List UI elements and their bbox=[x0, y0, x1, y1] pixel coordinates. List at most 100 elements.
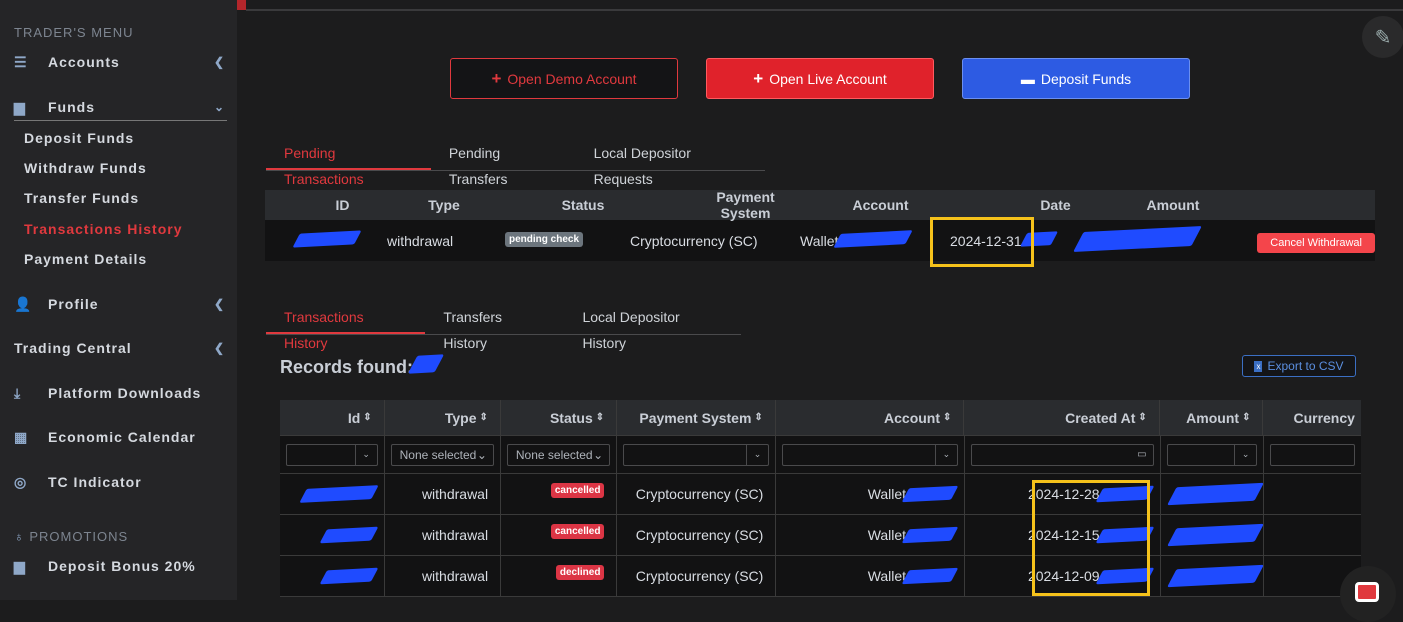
id-filter-cell: ⌄ bbox=[280, 436, 385, 473]
payment-system-cell: Cryptocurrency (SC) bbox=[630, 232, 758, 249]
label: Type bbox=[444, 409, 477, 426]
plus-icon: + bbox=[753, 68, 764, 88]
type-cell: withdrawal bbox=[387, 232, 454, 249]
sort-created-at[interactable]: Created At ⇕ bbox=[964, 400, 1160, 435]
tab-pending-transfers[interactable]: Pending Transfers bbox=[431, 140, 576, 187]
sort-payment-system[interactable]: Payment System ⇕ bbox=[617, 400, 776, 435]
sort-id[interactable]: Id ⇕ bbox=[280, 400, 385, 435]
sidebar-item-accounts[interactable]: ☰ Accounts ❮ bbox=[14, 50, 225, 74]
id-filter[interactable]: ⌄ bbox=[286, 443, 378, 466]
chevron-down-icon: ⌄ bbox=[1234, 444, 1256, 465]
top-accent bbox=[237, 0, 246, 10]
amount-cell-redacted bbox=[1060, 226, 1230, 252]
sidebar-item-deposit-funds[interactable]: Deposit Funds bbox=[24, 130, 134, 146]
open-live-account-button[interactable]: + Open Live Account bbox=[706, 58, 934, 99]
highlight-box bbox=[930, 217, 1034, 267]
label: Open Live Account bbox=[769, 70, 887, 87]
sidebar-item-deposit-bonus[interactable]: ▆ Deposit Bonus 20% bbox=[14, 554, 225, 578]
label: Trading Central bbox=[14, 340, 132, 356]
sort-icon: ⇕ bbox=[363, 412, 372, 423]
chevron-down-icon: ⌄ bbox=[476, 447, 487, 462]
edit-pencil-button[interactable]: ✎ bbox=[1362, 16, 1403, 58]
label: Amount bbox=[1186, 409, 1240, 426]
deposit-funds-button[interactable]: ▬ Deposit Funds bbox=[962, 58, 1190, 99]
divider bbox=[14, 120, 227, 121]
tab-transactions-history[interactable]: Transactions History bbox=[266, 304, 426, 351]
sidebar: TRADER'S MENU ☰ Accounts ❮ ▆ Funds ⌄ Deposit… bbox=[0, 0, 237, 600]
date-filter-cell: ▭ bbox=[965, 436, 1161, 473]
sidebar-item-platform-downloads[interactable]: ⤓ Platform Downloads bbox=[14, 381, 225, 405]
amount-cell-redacted bbox=[1161, 474, 1265, 514]
open-demo-account-button[interactable]: + Open Demo Account bbox=[450, 58, 678, 99]
status-cell: pending check bbox=[505, 229, 630, 247]
chat-widget-button[interactable] bbox=[1340, 566, 1396, 622]
col-amount: Amount bbox=[1146, 197, 1200, 213]
sidebar-item-funds[interactable]: ▆ Funds ⌄ bbox=[14, 95, 225, 119]
status-filter[interactable]: None selected ⌄ bbox=[506, 443, 611, 466]
label: Economic Calendar bbox=[48, 429, 196, 445]
sidebar-item-trading-central[interactable]: Trading Central ❮ bbox=[14, 336, 225, 360]
sidebar-item-payment-details[interactable]: Payment Details bbox=[24, 251, 147, 267]
status-badge: declined bbox=[555, 564, 605, 580]
type-cell: withdrawal bbox=[385, 556, 502, 596]
label: Status bbox=[549, 409, 593, 426]
filter-row: ⌄ None selected ⌄ None selected ⌄ ⌄ ⌄ ▭ ⌄ bbox=[280, 436, 1361, 474]
account-filter[interactable]: ⌄ bbox=[781, 443, 958, 466]
export-csv-button[interactable]: x Export to CSV bbox=[1242, 355, 1356, 377]
id-cell-redacted bbox=[280, 556, 385, 596]
sort-icon: ⇕ bbox=[1242, 412, 1251, 423]
pencil-icon: ✎ bbox=[1374, 26, 1392, 49]
sidebar-item-transactions-history[interactable]: Transactions History bbox=[24, 221, 183, 237]
label: Platform Downloads bbox=[48, 385, 202, 401]
amount-filter-cell: ⌄ bbox=[1161, 436, 1265, 473]
tab-local-depositor-requests[interactable]: Local Depositor Requests bbox=[576, 140, 765, 187]
sort-amount[interactable]: Amount ⇕ bbox=[1160, 400, 1264, 435]
label: Profile bbox=[48, 296, 99, 312]
currency-filter[interactable] bbox=[1270, 443, 1356, 466]
sidebar-item-profile[interactable]: 👤 Profile ❮ bbox=[14, 292, 225, 316]
table-header: ID Type Status Payment System Account Da… bbox=[265, 189, 1375, 221]
chevron-down-icon: ⌄ bbox=[354, 444, 377, 465]
label: PROMOTIONS bbox=[29, 529, 129, 544]
label: None selected bbox=[399, 447, 477, 462]
sidebar-item-economic-calendar[interactable]: ▦ Economic Calendar bbox=[14, 425, 225, 449]
cancel-withdrawal-button[interactable]: Cancel Withdrawal bbox=[1257, 232, 1375, 253]
amount-cell-redacted bbox=[1161, 556, 1265, 596]
account-cell: Wallet bbox=[776, 474, 966, 514]
payment-system-filter[interactable]: ⌄ bbox=[623, 443, 769, 466]
chat-icon bbox=[1355, 582, 1379, 602]
tab-pending-transactions[interactable]: Pending Transactions bbox=[266, 140, 431, 187]
type-filter[interactable]: None selected ⌄ bbox=[390, 443, 494, 466]
tab-local-depositor-history[interactable]: Local Depositor History bbox=[564, 304, 741, 351]
amount-filter[interactable]: ⌄ bbox=[1166, 443, 1258, 466]
created-at-filter[interactable]: ▭ bbox=[970, 443, 1154, 466]
sort-currency[interactable]: Currency bbox=[1263, 400, 1361, 435]
chevron-left-icon: ❮ bbox=[213, 341, 225, 355]
file-excel-icon: x bbox=[1254, 360, 1263, 372]
col-id: ID bbox=[335, 197, 350, 213]
table-row: withdrawal pending check Cryptocurrency … bbox=[265, 220, 1375, 261]
sidebar-item-withdraw-funds[interactable]: Withdraw Funds bbox=[24, 160, 147, 176]
label: Open Demo Account bbox=[507, 70, 637, 87]
sort-type[interactable]: Type ⇕ bbox=[385, 400, 501, 435]
sidebar-item-tc-indicator[interactable]: ◎ TC Indicator bbox=[14, 470, 225, 494]
payment-system-cell: Cryptocurrency (SC) bbox=[617, 515, 777, 555]
tab-transfers-history[interactable]: Transfers History bbox=[425, 304, 564, 351]
payment-filter-cell: ⌄ bbox=[617, 436, 776, 473]
id-cell-redacted bbox=[265, 230, 387, 249]
status-cell: declined bbox=[501, 556, 618, 596]
status-cell: cancelled bbox=[501, 515, 618, 555]
status-badge: pending check bbox=[505, 231, 584, 247]
sort-status[interactable]: Status ⇕ bbox=[501, 400, 618, 435]
sort-icon: ⇕ bbox=[1138, 412, 1147, 423]
transactions-history-table: Id ⇕ Type ⇕ Status ⇕ Payment System ⇕ Accoun… bbox=[280, 400, 1361, 600]
payment-system-cell: Cryptocurrency (SC) bbox=[617, 474, 777, 514]
label: Id bbox=[347, 409, 361, 426]
chevron-down-icon: ⌄ bbox=[934, 444, 957, 465]
sidebar-item-transfer-funds[interactable]: Transfer Funds bbox=[24, 190, 139, 206]
traders-menu-heading: TRADER'S MENU bbox=[14, 25, 134, 40]
sort-account[interactable]: Account ⇕ bbox=[776, 400, 965, 435]
account-label: Wallet bbox=[867, 568, 907, 584]
chevron-left-icon: ❮ bbox=[213, 55, 225, 69]
col-status: Status bbox=[561, 197, 605, 213]
